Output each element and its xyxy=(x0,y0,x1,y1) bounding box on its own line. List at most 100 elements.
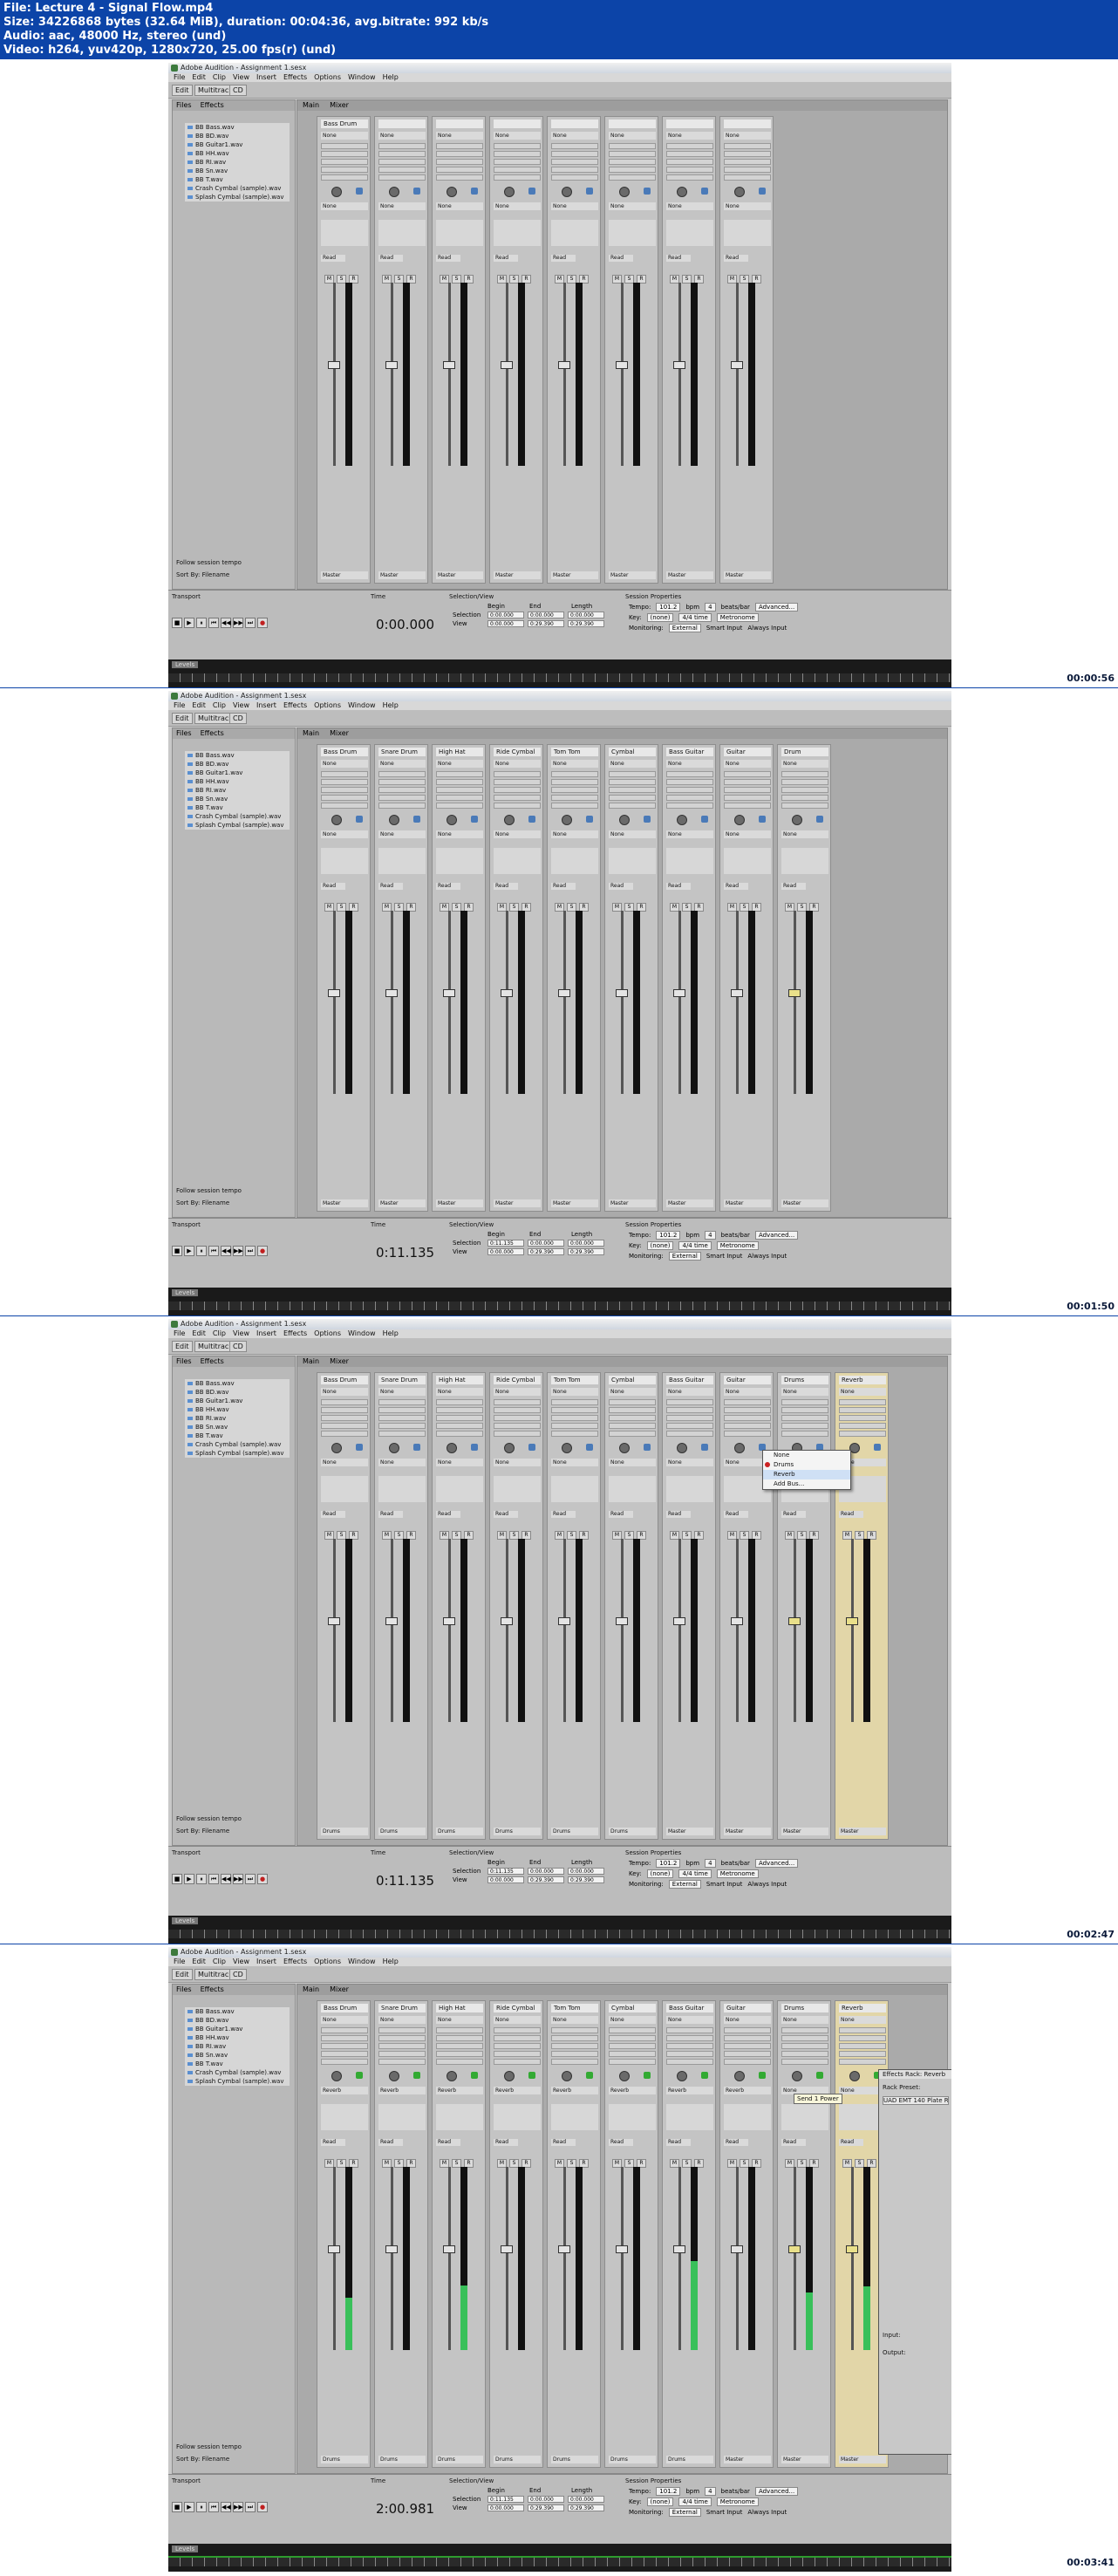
send-power-icon[interactable] xyxy=(528,1444,535,1451)
menu-item[interactable]: File xyxy=(174,1958,185,1965)
fx-slot[interactable] xyxy=(781,779,828,785)
fx-slot[interactable] xyxy=(436,174,483,181)
send-bus-select[interactable]: None xyxy=(378,202,426,210)
fx-slot[interactable] xyxy=(494,159,541,165)
send-power-icon[interactable] xyxy=(874,1444,881,1451)
fx-slot[interactable] xyxy=(724,159,771,165)
tab-main[interactable]: Main xyxy=(303,101,319,109)
fx-slot[interactable] xyxy=(781,2059,828,2065)
output-select[interactable]: Master xyxy=(724,2456,771,2463)
view_end-field[interactable]: 0:29.390 xyxy=(528,1248,564,1255)
eq-section[interactable] xyxy=(494,1476,541,1502)
send-bus-select[interactable]: None xyxy=(436,830,483,838)
fx-slot[interactable] xyxy=(494,1399,541,1405)
menu-item[interactable]: Help xyxy=(383,701,399,709)
file-item[interactable]: Splash Cymbal (sample).wav xyxy=(185,1449,290,1458)
monitoring_val[interactable]: External xyxy=(668,1880,701,1889)
input-select[interactable]: None xyxy=(551,760,598,768)
output-select[interactable]: Master xyxy=(609,571,656,579)
track-name-field[interactable]: Cymbal xyxy=(609,1376,656,1384)
volume-fader[interactable] xyxy=(729,283,764,466)
fader-cap[interactable] xyxy=(328,361,340,369)
eq-section[interactable] xyxy=(609,848,656,874)
automation-mode-select[interactable]: Read xyxy=(666,2139,691,2146)
go-end-icon[interactable]: ⏭ xyxy=(245,1874,256,1884)
fx-slot[interactable] xyxy=(724,2035,771,2041)
track-name-field[interactable]: Tom Tom xyxy=(551,1376,598,1384)
fader-cap[interactable] xyxy=(846,1617,858,1625)
eq-section[interactable] xyxy=(551,2104,598,2130)
fx-slot[interactable] xyxy=(321,1407,368,1413)
sort-select[interactable]: Filename xyxy=(202,1199,230,1206)
input-select[interactable]: None xyxy=(321,1388,368,1396)
volume-fader[interactable] xyxy=(556,911,591,1094)
stop-icon[interactable]: ■ xyxy=(172,618,182,628)
menu-item[interactable]: Clip xyxy=(213,1329,226,1337)
file-item[interactable]: BB RI.wav xyxy=(185,786,290,795)
volume-fader[interactable] xyxy=(499,2167,534,2350)
fx-slot[interactable] xyxy=(781,2043,828,2049)
send-bus-select[interactable]: None xyxy=(551,1459,598,1466)
fx-slot[interactable] xyxy=(378,2059,426,2065)
input-select[interactable]: None xyxy=(666,760,713,768)
play-icon[interactable]: ▶ xyxy=(184,2502,194,2512)
send-level-knob[interactable] xyxy=(677,1443,687,1453)
fx-slot[interactable] xyxy=(378,151,426,157)
fader-cap[interactable] xyxy=(501,2245,513,2253)
beats[interactable]: 4 xyxy=(705,1859,716,1868)
view_end-field[interactable]: 0:29.390 xyxy=(528,620,564,627)
tab-files[interactable]: Files xyxy=(176,101,192,109)
fader-cap[interactable] xyxy=(731,2245,743,2253)
time[interactable]: 4/4 time xyxy=(678,1241,712,1250)
tab-effects[interactable]: Effects xyxy=(201,1357,224,1365)
automation-mode-select[interactable]: Read xyxy=(724,255,748,262)
fx-slot[interactable] xyxy=(839,1431,886,1437)
tab-mixer[interactable]: Mixer xyxy=(330,1985,349,1993)
automation-mode-select[interactable]: Read xyxy=(436,1511,460,1518)
send-bus-select[interactable]: Reverb xyxy=(666,2087,713,2094)
fx-slot[interactable] xyxy=(436,1423,483,1429)
file-item[interactable]: BB T.wav xyxy=(185,175,290,184)
menu-item[interactable]: View xyxy=(233,701,249,709)
output-select[interactable]: Drums xyxy=(378,2456,426,2463)
track-name-field[interactable] xyxy=(724,120,771,128)
output-select[interactable]: Drums xyxy=(321,1828,368,1835)
volume-fader[interactable] xyxy=(326,1539,361,1722)
send-level-knob[interactable] xyxy=(389,187,399,197)
fx-slot[interactable] xyxy=(494,1431,541,1437)
send-level-knob[interactable] xyxy=(734,2071,745,2081)
fx-slot[interactable] xyxy=(321,803,368,809)
volume-fader[interactable] xyxy=(499,911,534,1094)
output-select[interactable]: Master xyxy=(781,2456,828,2463)
send-level-knob[interactable] xyxy=(562,1443,572,1453)
input-select[interactable]: None xyxy=(321,2016,368,2024)
fx-slot[interactable] xyxy=(321,2027,368,2033)
fx-slot[interactable] xyxy=(724,779,771,785)
fx-slot[interactable] xyxy=(378,167,426,173)
menu-item[interactable]: Clip xyxy=(213,73,226,81)
automation-mode-select[interactable]: Read xyxy=(321,255,345,262)
input-select[interactable]: None xyxy=(378,132,426,140)
menu-item[interactable]: Edit xyxy=(192,73,206,81)
view_len-field[interactable]: 0:29.390 xyxy=(568,1876,604,1883)
send-power-icon[interactable] xyxy=(586,816,593,823)
fx-slot[interactable] xyxy=(436,2051,483,2057)
fx-slot[interactable] xyxy=(724,2027,771,2033)
automation-mode-select[interactable]: Read xyxy=(378,1511,403,1518)
view_begin-field[interactable]: 0:00.000 xyxy=(487,1248,524,1255)
track-name-field[interactable]: Ride Cymbal xyxy=(494,1376,541,1384)
stop-icon[interactable]: ■ xyxy=(172,1874,182,1884)
volume-fader[interactable] xyxy=(384,1539,419,1722)
menu-item[interactable]: Edit xyxy=(192,1958,206,1965)
input-select[interactable]: None xyxy=(436,1388,483,1396)
record-icon[interactable]: ● xyxy=(257,618,268,628)
time[interactable]: 4/4 time xyxy=(678,1869,712,1878)
fx-slot[interactable] xyxy=(436,795,483,801)
fx-slot[interactable] xyxy=(378,787,426,793)
send-level-knob[interactable] xyxy=(562,815,572,825)
output-select[interactable]: Master xyxy=(609,1199,656,1207)
input-select[interactable]: None xyxy=(436,132,483,140)
fader-cap[interactable] xyxy=(443,1617,455,1625)
fader-cap[interactable] xyxy=(673,989,685,997)
smart[interactable]: Smart Input xyxy=(706,1253,743,1260)
